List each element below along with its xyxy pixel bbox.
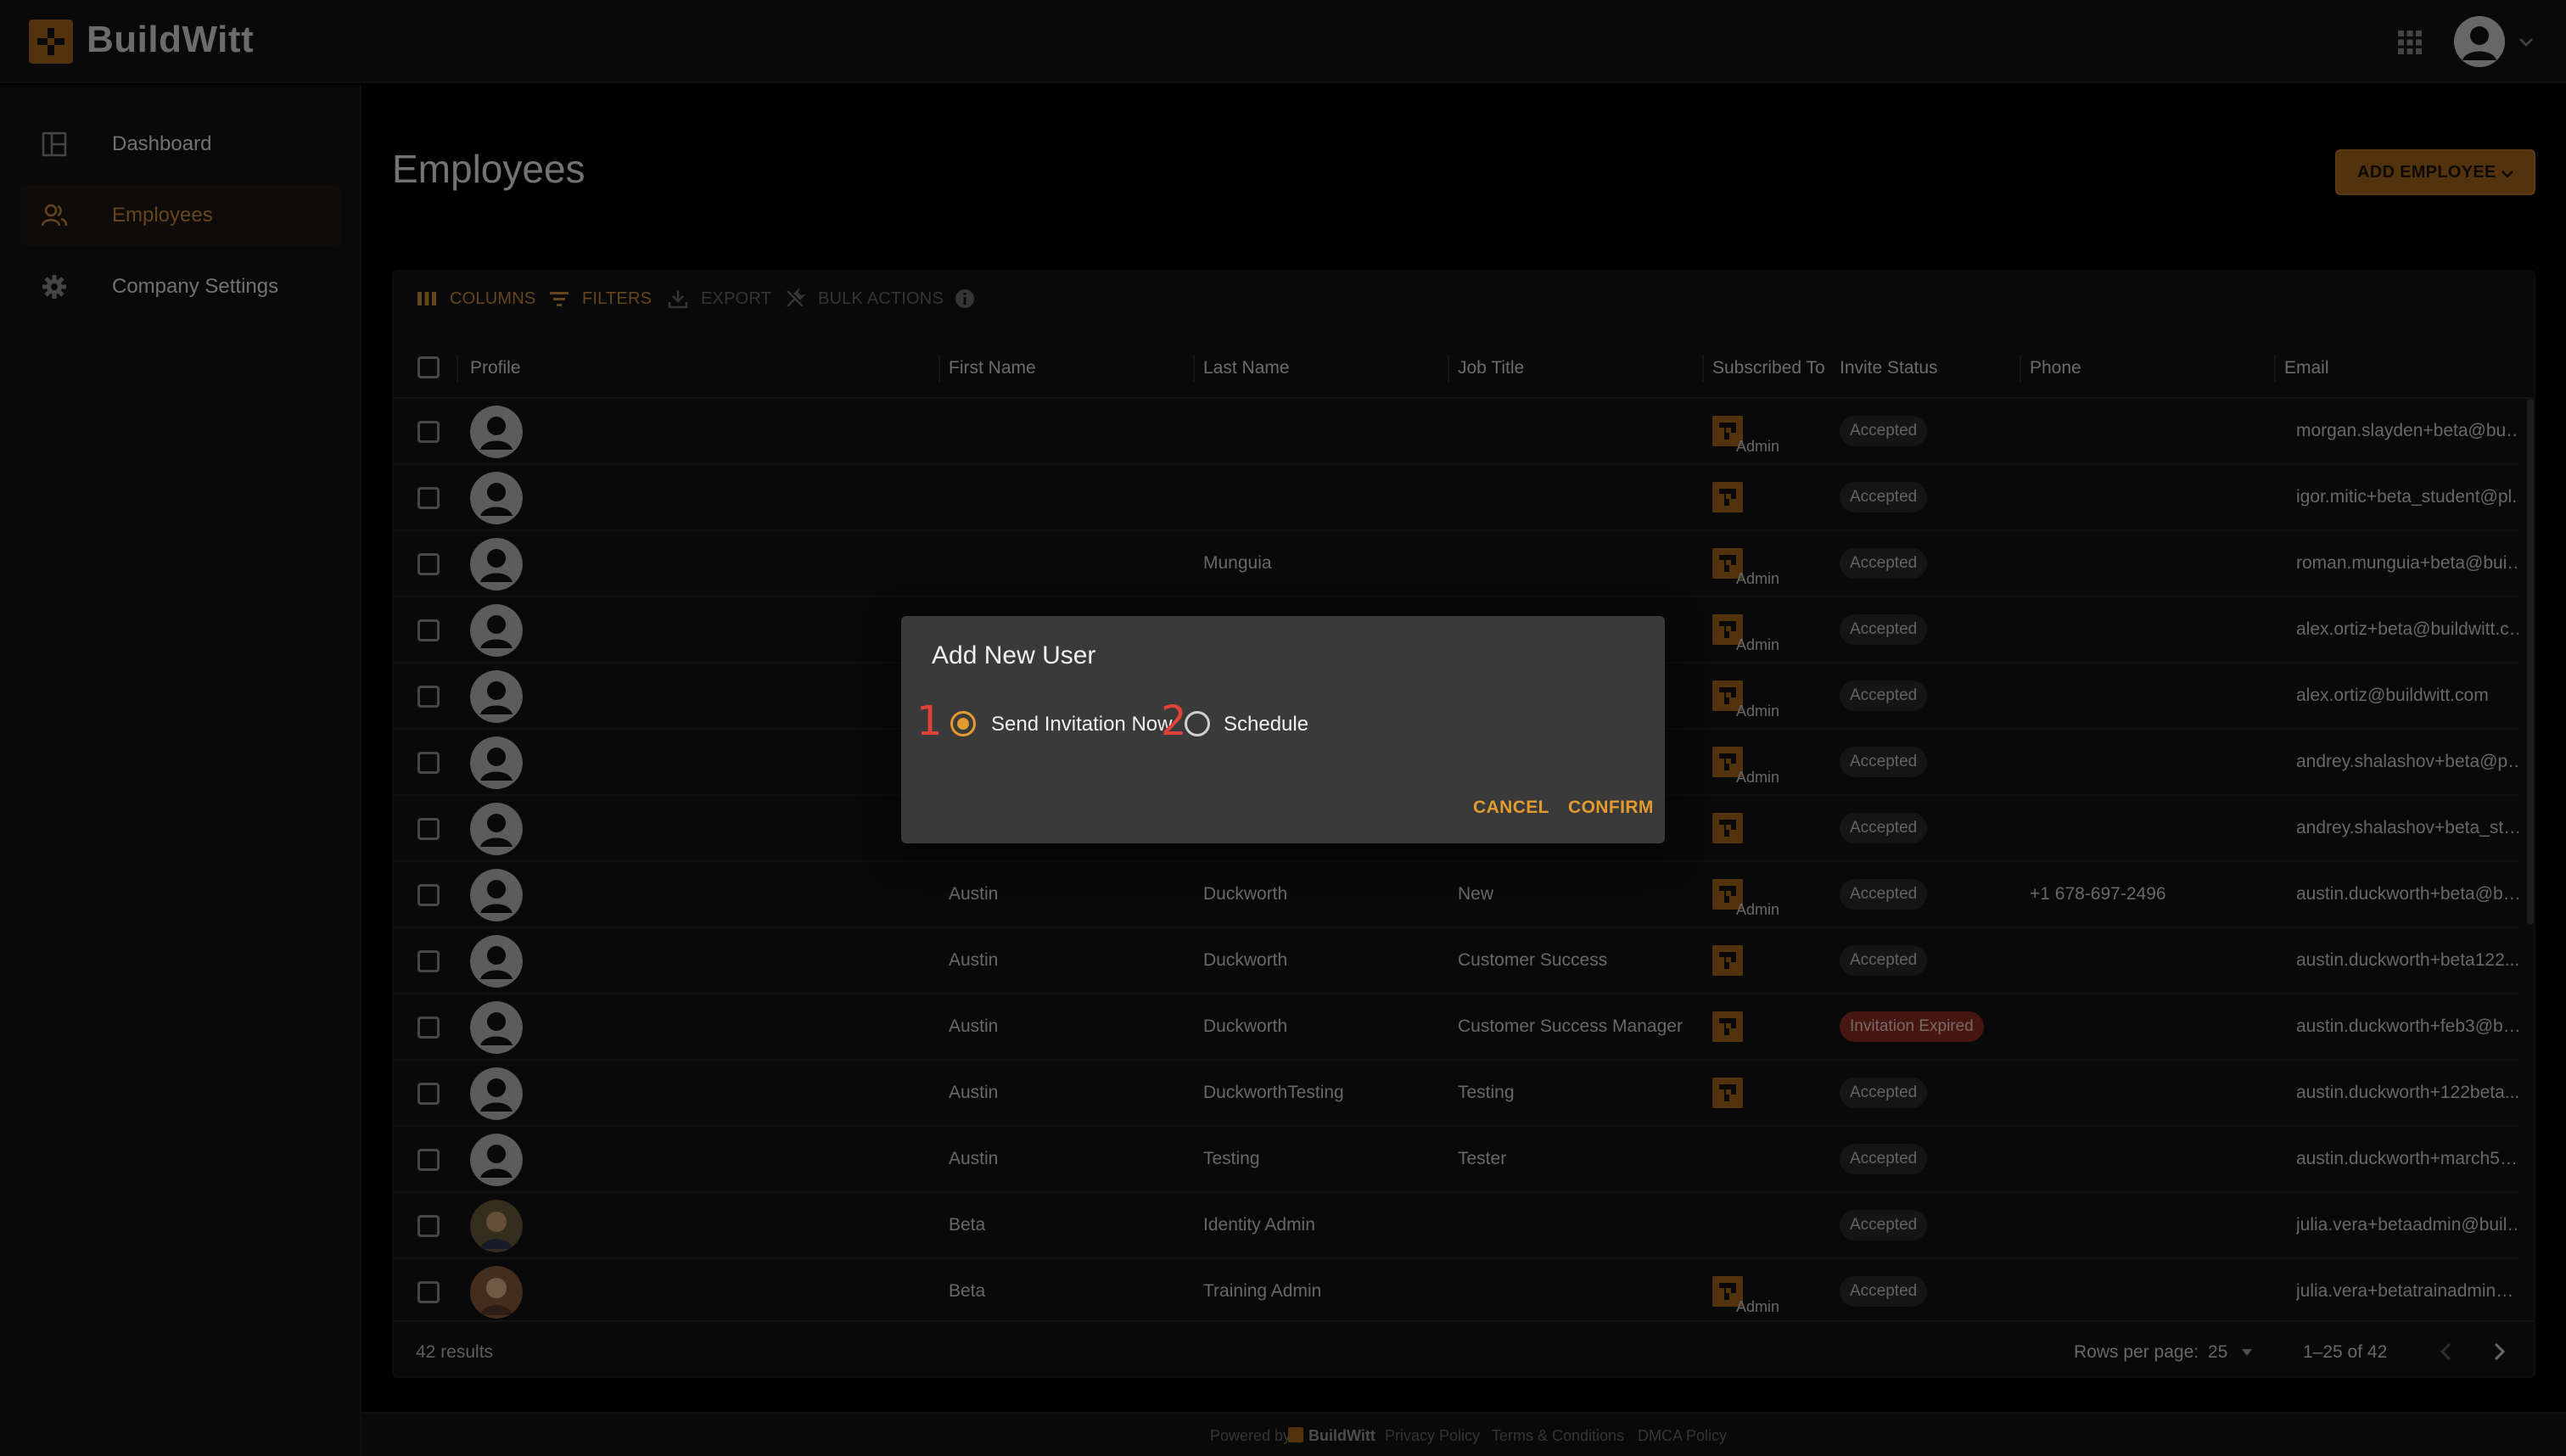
send-now-label[interactable]: Send Invitation Now xyxy=(991,713,1172,736)
schedule-label[interactable]: Schedule xyxy=(1224,713,1308,736)
annotation-marker-1: 1 xyxy=(916,697,943,745)
confirm-button[interactable]: CONFIRM xyxy=(1568,798,1654,818)
cancel-button[interactable]: CANCEL xyxy=(1473,798,1549,818)
annotation-marker-2: 2 xyxy=(1161,697,1187,745)
dialog-title: Add New User xyxy=(932,641,1096,669)
schedule-radio[interactable] xyxy=(1185,711,1210,736)
add-new-user-dialog: Add New User 1 Send Invitation Now 2 Sch… xyxy=(901,616,1665,843)
send-now-radio[interactable] xyxy=(950,711,976,736)
